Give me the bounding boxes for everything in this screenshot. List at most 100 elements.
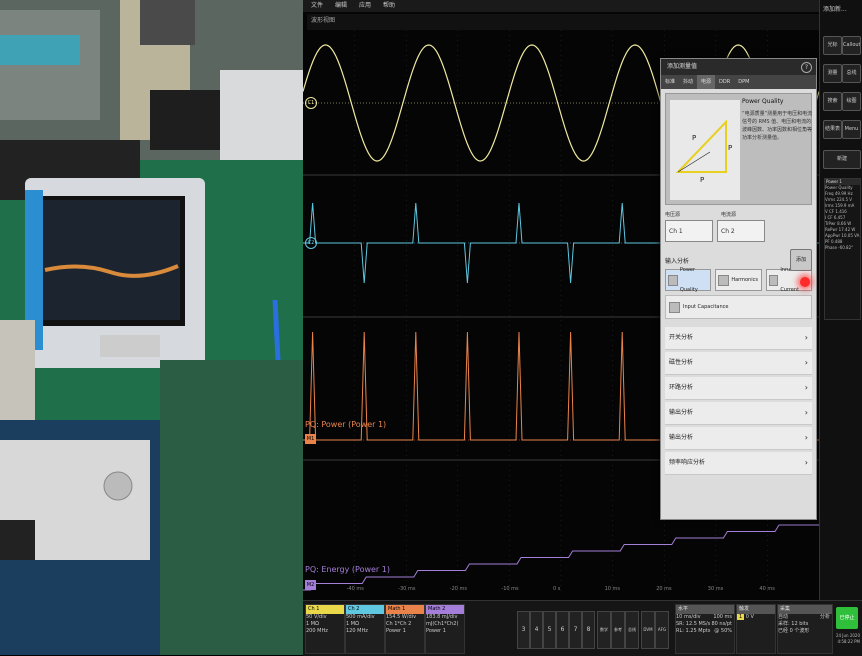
- category-frequency-response[interactable]: 频率响应分析 ›: [665, 452, 812, 475]
- time-tick-label: -40 ms: [347, 586, 365, 592]
- current-source-select[interactable]: Ch 2: [717, 220, 765, 242]
- ch1-badge[interactable]: Ch 1 50 V/div 1 MΩ 200 MHz: [305, 604, 345, 654]
- menu-edit[interactable]: 编辑: [335, 0, 347, 12]
- power-triangle-diagram: P P P: [670, 100, 740, 200]
- ch1-marker[interactable]: C1: [305, 97, 317, 109]
- add-button[interactable]: 添加: [790, 249, 812, 271]
- ch4-button[interactable]: 4: [530, 611, 543, 649]
- ch2-badge[interactable]: Ch 2 500 mA/div 1 MΩ 120 MHz: [345, 604, 385, 654]
- source-selects: Ch 1 Ch 2: [665, 220, 812, 242]
- capacitance-icon: [669, 301, 680, 313]
- horizontal-badge[interactable]: 水平 10 ms/div 100 ms SR: 12.5 MS/s 80 ns/pt…: [675, 604, 735, 654]
- settings-bar: Ch 1 50 V/div 1 MΩ 200 MHz Ch 2 500 mA/d…: [303, 600, 862, 656]
- category-output[interactable]: 输出分析 ›: [665, 402, 812, 425]
- tab-ddr[interactable]: DDR: [715, 75, 734, 89]
- math2-expr: mJ(Ch1*Ch2): [426, 621, 459, 627]
- tab-standard[interactable]: 标准: [661, 75, 679, 89]
- meas-line: Phase -60.82°: [825, 245, 854, 250]
- menu-help[interactable]: 帮助: [383, 0, 395, 12]
- acq-mode: 自动: [778, 614, 789, 620]
- power-quality-button[interactable]: Power Quality: [665, 267, 712, 293]
- right-panel: 添加新... 光标 Callout 测量 总线 搜索 绘图 结果表 Menu 新…: [819, 0, 862, 655]
- ch1-impedance: 1 MΩ: [306, 621, 319, 627]
- menu-apps[interactable]: 应用: [359, 0, 371, 12]
- measure-button[interactable]: 测量: [823, 64, 842, 83]
- voltage-source-label: 电压源: [665, 212, 681, 218]
- menu-file[interactable]: 文件: [311, 0, 323, 12]
- horiz-duration: 100 ms: [713, 614, 732, 620]
- ch7-button[interactable]: 7: [569, 611, 582, 649]
- ch5-button[interactable]: 5: [543, 611, 556, 649]
- math1-marker[interactable]: M1: [305, 434, 316, 444]
- time-tick-label: 20 ms: [656, 586, 672, 592]
- tab-power[interactable]: 电源: [697, 75, 716, 89]
- math2-label: PQ: Energy (Power 1): [305, 565, 390, 574]
- acq-waveforms: 已经 0 个波形: [778, 628, 810, 634]
- ch3-button[interactable]: 3: [517, 611, 530, 649]
- math1-badge[interactable]: Math 1 154.5 W/div Ch 1*Ch 2 Power 1: [385, 604, 425, 654]
- search-button[interactable]: 搜索: [823, 92, 842, 111]
- touch-cursor-indicator: [800, 277, 810, 287]
- measurement-results-panel[interactable]: Power 1 Power Quality Freq 49.99 Hz Vrms…: [824, 178, 861, 320]
- category-label: 环路分析: [669, 384, 694, 391]
- acq-title: 采集: [778, 605, 832, 614]
- source-labels: 电压源 电流源: [665, 211, 812, 218]
- add-measurement-dialog: 添加测量值 ? 标准 抖动 电源 DDR DPM P P P Power Qua…: [660, 58, 817, 520]
- category-switching[interactable]: 开关分析 ›: [665, 327, 812, 350]
- chevron-right-icon: ›: [804, 458, 808, 467]
- math2-badge[interactable]: Math 2 183.8 mJ/div mJ(Ch1*Ch2) Power 1: [425, 604, 465, 654]
- category-magnetic[interactable]: 磁性分析 ›: [665, 352, 812, 375]
- math-add-button[interactable]: 数学: [597, 611, 611, 649]
- category-label: 频率响应分析: [669, 459, 706, 466]
- math1-expr: Ch 1*Ch 2: [386, 621, 412, 627]
- acquisition-badge[interactable]: 采集 自动 分析 采样: 12 bits 已经 0 个波形: [777, 604, 833, 654]
- ch2-badge-head: Ch 2: [346, 605, 384, 614]
- pq-heading: Power Quality: [742, 98, 784, 105]
- chevron-right-icon: ›: [804, 383, 808, 392]
- dialog-title-bar: 添加测量值 ?: [661, 59, 816, 75]
- tab-jitter[interactable]: 抖动: [679, 75, 697, 89]
- time-tick-label: -30 ms: [398, 586, 416, 592]
- horiz-scale: 10 ms/div: [676, 614, 701, 620]
- datetime: 24 Jun 2020 4:58:22 PM: [836, 633, 860, 645]
- math1-label: PQ: Power (Power 1): [305, 420, 387, 429]
- horiz-position: @ 50%: [714, 628, 732, 634]
- new-button[interactable]: 新建: [823, 150, 861, 169]
- trigger-badge[interactable]: 触发 1 0 V: [736, 604, 776, 654]
- help-icon[interactable]: ?: [801, 62, 812, 73]
- dvm-button[interactable]: DVM: [641, 611, 655, 649]
- ch1-badge-head: Ch 1: [306, 605, 344, 614]
- math2-badge-head: Math 2: [426, 605, 464, 614]
- dialog-title: 添加测量值: [667, 63, 698, 70]
- bus-button[interactable]: 总线: [842, 64, 861, 83]
- horiz-record-length: RL: 1.25 Mpts: [676, 628, 711, 634]
- category-loop[interactable]: 环路分析 ›: [665, 377, 812, 400]
- ch6-button[interactable]: 6: [556, 611, 569, 649]
- chevron-right-icon: ›: [804, 333, 808, 342]
- menu-button[interactable]: Menu: [842, 120, 861, 139]
- ref-add-button[interactable]: 参考: [611, 611, 625, 649]
- ch8-button[interactable]: 8: [582, 611, 595, 649]
- afg-button[interactable]: AFG: [655, 611, 669, 649]
- math1-source: Power 1: [386, 628, 406, 634]
- bus-add-button[interactable]: 总线: [625, 611, 639, 649]
- voltage-source-select[interactable]: Ch 1: [665, 220, 713, 242]
- tab-dpm[interactable]: DPM: [734, 75, 753, 89]
- callout-button[interactable]: Callout: [842, 36, 861, 55]
- chevron-right-icon: ›: [804, 358, 808, 367]
- power-quality-icon: [668, 274, 678, 286]
- ch2-marker[interactable]: C2: [305, 237, 317, 249]
- category-output-2[interactable]: 输出分析 ›: [665, 427, 812, 450]
- run-stop-button[interactable]: 已停止: [836, 607, 858, 629]
- results-table-button[interactable]: 结果表: [823, 120, 842, 139]
- harmonics-button[interactable]: Harmonics: [715, 269, 762, 291]
- harmonics-label: Harmonics: [731, 277, 758, 283]
- math2-marker[interactable]: M2: [305, 580, 316, 590]
- cursor-button[interactable]: 光标: [823, 36, 842, 55]
- plot-button[interactable]: 绘图: [842, 92, 861, 111]
- math1-badge-head: Math 1: [386, 605, 424, 614]
- time-ticks: -40 ms -30 ms -20 ms -10 ms 0 s 10 ms 20 ms 30 …: [347, 586, 776, 592]
- ch1-bandwidth: 200 MHz: [306, 628, 328, 634]
- menu-bar: 文件 编辑 应用 帮助: [303, 0, 827, 12]
- category-label: 输出分析: [669, 409, 694, 416]
